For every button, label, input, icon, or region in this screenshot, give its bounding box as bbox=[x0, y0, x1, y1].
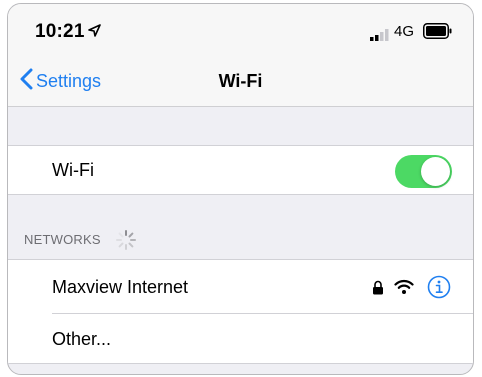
network-row-other[interactable]: Other... bbox=[8, 314, 473, 364]
toggle-knob bbox=[421, 157, 450, 186]
wifi-toggle-switch[interactable] bbox=[395, 155, 452, 188]
networks-section-header: NETWORKS bbox=[24, 232, 101, 247]
wifi-signal-icon bbox=[394, 279, 414, 300]
network-name: Maxview Internet bbox=[52, 277, 189, 297]
wifi-toggle-label: Wi-Fi bbox=[52, 160, 94, 180]
loading-spinner-icon bbox=[115, 229, 137, 256]
page-title: Wi-Fi bbox=[218, 71, 263, 91]
phone-screen: 10:21 4G Settings Wi-Fi Wi-Fi NETWORKS M… bbox=[7, 3, 474, 375]
info-icon[interactable] bbox=[427, 275, 451, 304]
wifi-toggle-row: Wi-Fi bbox=[8, 145, 473, 195]
status-bar: 10:21 4G bbox=[8, 4, 473, 56]
network-row-maxview[interactable]: Maxview Internet bbox=[8, 259, 473, 314]
location-arrow-icon bbox=[88, 24, 101, 42]
lock-icon bbox=[372, 280, 384, 300]
status-time: 10:21 bbox=[35, 21, 85, 42]
network-type-label: 4G bbox=[394, 23, 415, 40]
signal-icon bbox=[370, 28, 392, 46]
other-network-label: Other... bbox=[52, 329, 112, 349]
battery-icon bbox=[423, 23, 453, 44]
navigation-bar: Settings Wi-Fi bbox=[8, 56, 473, 107]
